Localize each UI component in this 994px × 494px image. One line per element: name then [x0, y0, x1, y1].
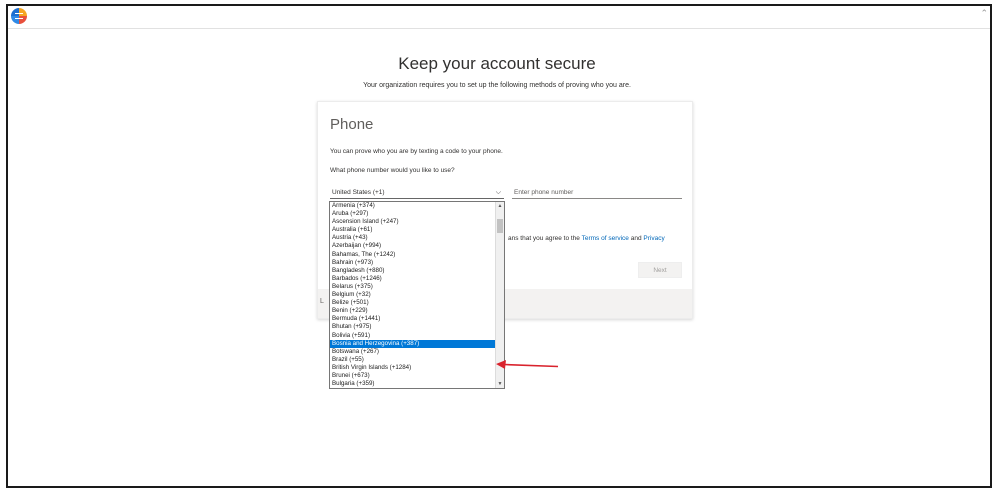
card-description: You can prove who you are by texting a c… [330, 148, 503, 155]
dropdown-option[interactable]: Bosnia and Herzegovina (+387) [330, 339, 495, 348]
dropdown-option[interactable]: Bolivia (+591) [330, 332, 495, 340]
terms-text: ans that you agree to the Terms of servi… [508, 235, 665, 242]
dropdown-option[interactable]: Ascension Island (+247) [330, 218, 495, 226]
dropdown-option[interactable]: Brazil (+55) [330, 356, 495, 364]
phone-question-label: What phone number would you like to use? [330, 167, 455, 174]
card-title: Phone [330, 116, 374, 133]
dropdown-option[interactable]: Botswana (+267) [330, 348, 495, 356]
scroll-up-arrow-icon[interactable]: ▲ [496, 203, 504, 209]
dropdown-option[interactable]: Aruba (+297) [330, 210, 495, 218]
dropdown-option[interactable]: Belarus (+375) [330, 283, 495, 291]
dropdown-option[interactable]: Barbados (+1246) [330, 275, 495, 283]
country-dropdown-list[interactable]: Armenia (+374) Aruba (+297) Ascension Isla… [329, 201, 505, 389]
red-arrow-icon [496, 360, 559, 369]
country-select-value: United States (+1) [332, 189, 385, 196]
dropdown-option[interactable]: Bangladesh (+880) [330, 267, 495, 275]
scroll-thumb[interactable] [497, 219, 503, 233]
dropdown-option[interactable]: Azerbaijan (+994) [330, 242, 495, 250]
phone-number-input[interactable] [512, 186, 682, 199]
chevron-down-icon[interactable]: ⌵ [496, 186, 501, 199]
terms-and: and [628, 235, 644, 242]
top-bar: ⌃ [8, 6, 990, 29]
footer-link-fragment[interactable]: L [320, 298, 324, 305]
dropdown-option[interactable]: Armenia (+374) [330, 202, 495, 210]
next-button[interactable]: Next [638, 262, 682, 278]
privacy-link[interactable]: Privacy [643, 235, 664, 242]
dropdown-option[interactable]: Brunei (+673) [330, 372, 495, 380]
dropdown-option[interactable]: Austria (+43) [330, 234, 495, 242]
dropdown-option[interactable]: Belgium (+32) [330, 291, 495, 299]
terms-prefix: ans that you agree to the [508, 235, 582, 242]
window-corner-icon: ⌃ [980, 8, 988, 18]
dropdown-option[interactable]: Bahamas, The (+1242) [330, 251, 495, 259]
dropdown-option[interactable]: Bahrain (+973) [330, 259, 495, 267]
country-code-select[interactable]: United States (+1) ⌵ [330, 186, 504, 199]
dropdown-option[interactable]: Australia (+61) [330, 226, 495, 234]
app-logo-icon [11, 8, 27, 24]
scroll-down-arrow-icon[interactable]: ▼ [496, 381, 504, 387]
dropdown-option[interactable]: Bhutan (+975) [330, 323, 495, 331]
dropdown-options: Armenia (+374) Aruba (+297) Ascension Isla… [330, 202, 495, 388]
dropdown-option[interactable]: British Virgin Islands (+1284) [330, 364, 495, 372]
dropdown-option[interactable]: Bulgaria (+359) [330, 380, 495, 388]
dropdown-option[interactable]: Bermuda (+1441) [330, 315, 495, 323]
page-title: Keep your account secure [398, 54, 596, 73]
dropdown-option[interactable]: Belize (+501) [330, 299, 495, 307]
page-subtitle: Your organization requires you to set up… [363, 82, 631, 89]
terms-of-service-link[interactable]: Terms of service [582, 235, 629, 242]
dropdown-option[interactable]: Benin (+229) [330, 307, 495, 315]
